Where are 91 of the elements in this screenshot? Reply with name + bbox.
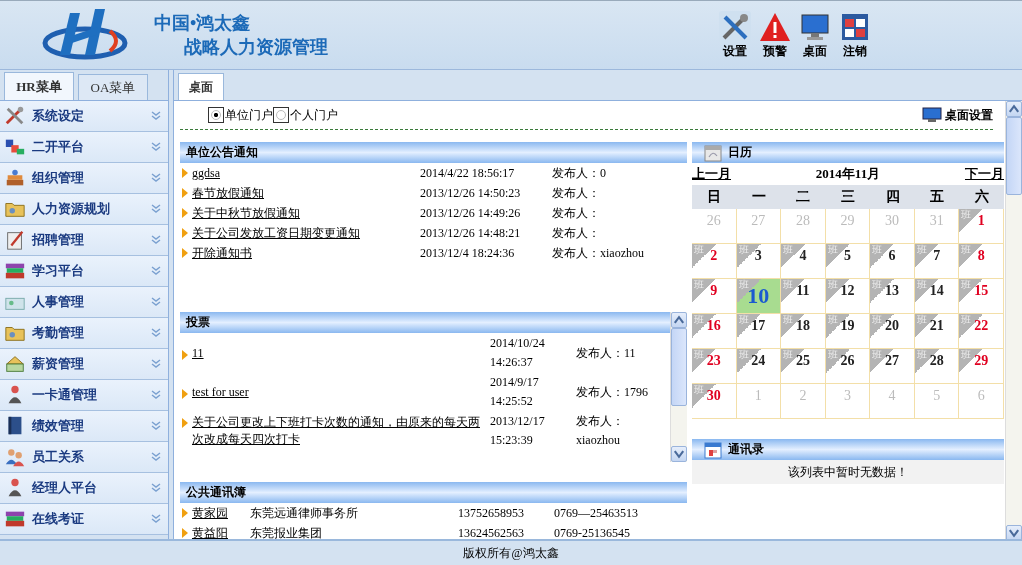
sidebar-item-label: 考勤管理: [32, 324, 84, 342]
sidebar-item-label: 学习平台: [32, 262, 84, 280]
vote-link[interactable]: 关于公司更改上下班打卡次数的通知，由原来的每天两次改成每天四次打卡: [192, 414, 490, 448]
vote-date: 2014/10/24: [490, 335, 546, 352]
toolbar-button[interactable]: 设置: [718, 10, 752, 60]
notice-publisher: 发布人：xiaozhou: [552, 244, 644, 262]
weekday-header: 二: [781, 185, 826, 209]
vote-publisher: 发布人：1796: [576, 383, 649, 401]
weekday-header: 一: [736, 185, 782, 209]
notice-publisher: 发布人：0: [552, 164, 606, 182]
sidebar-item[interactable]: 考勤管理: [0, 318, 168, 349]
vote-date: 2014/9/17: [490, 374, 540, 391]
vote-publisher: 发布人：xiaozhou: [576, 413, 625, 449]
next-month-link[interactable]: 下一月: [965, 165, 1004, 183]
menu-tab[interactable]: HR菜单: [4, 72, 74, 100]
notice-link[interactable]: ggdsa: [192, 165, 220, 181]
toolbar-button[interactable]: 预警: [758, 10, 792, 60]
sidebar-item-label: 人事管理: [32, 293, 84, 311]
panel-title: 通讯录: [728, 441, 764, 458]
page-tab[interactable]: 桌面: [178, 73, 224, 100]
sidebar-item-label: 系统设定: [32, 107, 84, 125]
notice-time: 2013/12/4 18:24:36: [420, 245, 516, 261]
sidebar-item-label: 在线考证: [32, 510, 84, 528]
notice-publisher: 发布人：: [552, 204, 600, 222]
vote-date: 2013/12/17: [490, 413, 546, 430]
app-title: 战略人力资源管理: [184, 36, 328, 59]
notice-time: 2014/4/22 18:56:17: [420, 165, 516, 181]
notice-link[interactable]: 关于中秋节放假通知: [192, 204, 300, 222]
notice-link[interactable]: 关于公司发放工资日期变更通知: [192, 224, 360, 242]
weekday-header: 六: [959, 185, 1004, 209]
empty-message: 该列表中暂时无数据！: [692, 460, 1004, 484]
weekday-header: 四: [870, 185, 915, 209]
vote-time: 14:25:52: [490, 393, 534, 410]
notice-time: 2013/12/26 14:48:21: [420, 225, 522, 241]
contact-phone: 0769-25136545: [554, 525, 630, 539]
panel-title: 投票: [186, 314, 210, 331]
contact-phone: 0769—25463513: [554, 505, 638, 521]
notice-time: 2013/12/26 14:50:23: [420, 185, 522, 201]
notice-link[interactable]: 春节放假通知: [192, 184, 264, 202]
contact-company: 东莞远通律师事务所: [250, 504, 359, 522]
sidebar-item[interactable]: 学习平台: [0, 256, 168, 287]
sidebar-item-label: 组织管理: [32, 169, 84, 187]
panel-title: 单位公告通知: [186, 144, 258, 161]
toolbar-button[interactable]: 桌面: [798, 10, 832, 60]
contact-mobile: 13752658953: [458, 505, 525, 521]
sidebar-item-label: 绩效管理: [32, 417, 84, 435]
sidebar-item[interactable]: 一卡通管理: [0, 380, 168, 411]
panel-title: 公共通讯簿: [186, 484, 246, 501]
sidebar-item-label: 招聘管理: [32, 231, 84, 249]
contact-mobile: 13624562563: [458, 525, 525, 539]
vote-time: 14:26:37: [490, 354, 534, 371]
sidebar-item[interactable]: 经理人平台: [0, 473, 168, 504]
notice-publisher: 发布人：: [552, 224, 600, 242]
weekday-header: 三: [825, 185, 871, 209]
sidebar-item[interactable]: 人力资源规划: [0, 194, 168, 225]
sidebar-item[interactable]: 薪资管理: [0, 349, 168, 380]
portal-radio[interactable]: 单位门户: [208, 106, 273, 124]
sidebar-item-label: 一卡通管理: [32, 386, 97, 404]
brand-name: 中国•鸿太鑫: [154, 12, 252, 35]
notice-link[interactable]: 开除通知书: [192, 244, 252, 262]
sidebar-item[interactable]: 绩效管理: [0, 411, 168, 442]
desktop-settings-link[interactable]: 桌面设置: [922, 106, 993, 124]
vote-time: 15:23:39: [490, 432, 534, 449]
month-title: 2014年11月: [815, 165, 881, 183]
notice-time: 2013/12/26 14:49:26: [420, 205, 522, 221]
weekday-header: 日: [692, 185, 737, 209]
contact-name-link[interactable]: 黄家园: [192, 504, 228, 522]
notice-publisher: 发布人：: [552, 184, 600, 202]
sidebar-item-label: 薪资管理: [32, 355, 84, 373]
sidebar-item[interactable]: 系统设定: [0, 101, 168, 132]
toolbar-button[interactable]: 注销: [838, 10, 872, 60]
vote-link[interactable]: 11: [192, 345, 490, 361]
sidebar-item[interactable]: 人事管理: [0, 287, 168, 318]
previous-month-link[interactable]: 上一月: [692, 165, 731, 183]
sidebar-item[interactable]: 招聘管理: [0, 225, 168, 256]
sidebar-item-label: 员工关系: [32, 448, 84, 466]
sidebar-item-label: 经理人平台: [32, 479, 97, 497]
panel-title: 日历: [728, 144, 752, 161]
sidebar-item[interactable]: 组织管理: [0, 163, 168, 194]
vote-publisher: 发布人：11: [576, 344, 637, 362]
menu-tab[interactable]: OA菜单: [78, 74, 148, 100]
sidebar-item-label: 二开平台: [32, 138, 84, 156]
sidebar-item[interactable]: 员工关系: [0, 442, 168, 473]
weekday-header: 五: [914, 185, 960, 209]
contact-company: 东莞报业集团: [250, 524, 323, 539]
portal-radio[interactable]: 个人门户: [273, 106, 338, 124]
sidebar-item-label: 人力资源规划: [32, 200, 110, 218]
sidebar-item[interactable]: 在线考证: [0, 504, 168, 535]
sidebar-item[interactable]: 二开平台: [0, 132, 168, 163]
contact-name-link[interactable]: 黄益阳: [192, 524, 228, 539]
vote-link[interactable]: test for user: [192, 384, 490, 400]
